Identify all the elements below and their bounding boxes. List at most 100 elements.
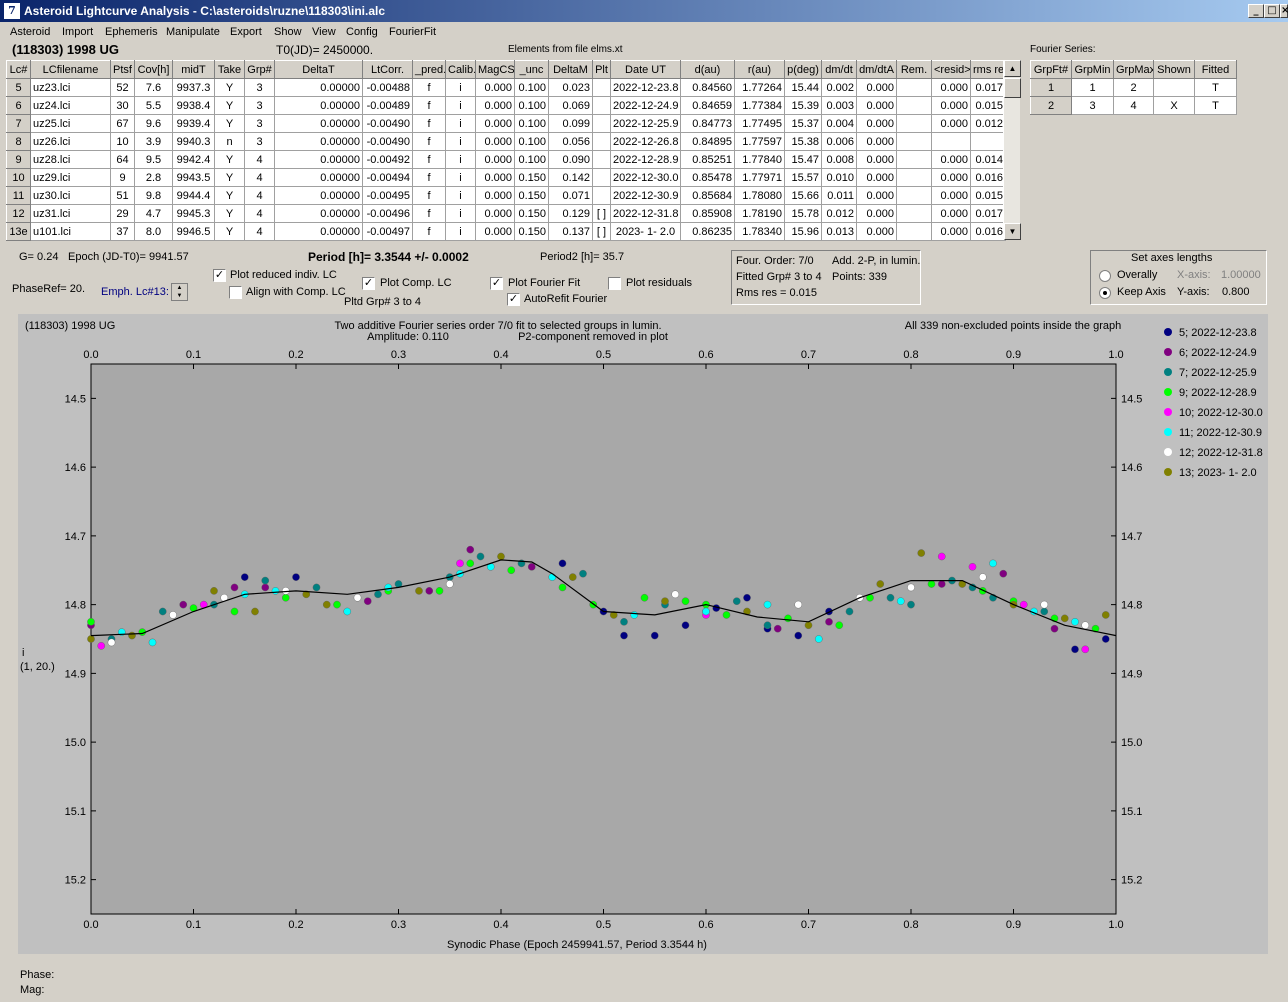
table-cell[interactable]: X <box>1153 96 1195 115</box>
emph-spinner[interactable]: ▲ ▼ <box>171 283 188 301</box>
table-cell[interactable]: 0.85684 <box>680 186 735 205</box>
table-cell[interactable]: 15.44 <box>784 78 822 97</box>
column-header[interactable]: LtCorr. <box>362 60 413 79</box>
table-cell[interactable]: 0.00000 <box>274 150 363 169</box>
column-header[interactable]: Plt <box>592 60 611 79</box>
table-cell[interactable]: 1.77384 <box>734 96 785 115</box>
table-cell[interactable]: 1.77495 <box>734 114 785 133</box>
table-cell[interactable]: 0.150 <box>514 204 549 223</box>
menu-fourierfit[interactable]: FourierFit <box>389 26 436 38</box>
table-cell[interactable]: 0.150 <box>514 168 549 187</box>
table-cell[interactable]: 1.77264 <box>734 78 785 97</box>
row-header[interactable]: 1 <box>1030 78 1072 97</box>
table-cell[interactable]: 9943.5 <box>172 168 215 187</box>
table-cell[interactable]: Y <box>214 78 245 97</box>
table-cell[interactable]: 0.090 <box>548 150 593 169</box>
column-header[interactable]: Grp# <box>244 60 275 79</box>
table-cell[interactable]: 9944.4 <box>172 186 215 205</box>
table-cell[interactable]: 10 <box>110 132 135 151</box>
menu-config[interactable]: Config <box>346 26 378 38</box>
table-cell[interactable]: 0.000 <box>475 78 515 97</box>
table-cell[interactable]: 37 <box>110 222 135 241</box>
menu-export[interactable]: Export <box>230 26 262 38</box>
table-cell[interactable]: 0.000 <box>475 132 515 151</box>
table-cell[interactable] <box>592 132 611 151</box>
table-cell[interactable]: i <box>445 186 476 205</box>
plot-comp-checkbox[interactable]: ✓ <box>362 277 375 290</box>
table-cell[interactable]: Y <box>214 222 245 241</box>
table-cell[interactable]: 4 <box>244 168 275 187</box>
table-cell[interactable]: 4 <box>244 150 275 169</box>
table-cell[interactable]: 0.000 <box>931 96 971 115</box>
table-cell[interactable]: 0.85478 <box>680 168 735 187</box>
table-cell[interactable]: 1 <box>1071 78 1114 97</box>
table-cell[interactable]: 4 <box>244 222 275 241</box>
column-header[interactable]: GrpFt# <box>1030 60 1072 79</box>
plot-residuals-checkbox[interactable] <box>608 277 621 290</box>
table-cell[interactable]: 15.96 <box>784 222 822 241</box>
table-cell[interactable]: 0.017 <box>970 78 1006 97</box>
table-cell[interactable]: 0.85908 <box>680 204 735 223</box>
table-cell[interactable]: 4 <box>1113 96 1154 115</box>
table-cell[interactable]: 9.6 <box>134 114 173 133</box>
scroll-down-icon[interactable]: ▼ <box>1004 223 1021 240</box>
table-cell[interactable]: f <box>412 150 446 169</box>
table-cell[interactable]: 0.137 <box>548 222 593 241</box>
column-header[interactable]: DeltaT <box>274 60 363 79</box>
row-header[interactable]: 5 <box>6 78 31 97</box>
table-cell[interactable] <box>592 114 611 133</box>
table-cell[interactable]: 0.000 <box>475 204 515 223</box>
column-header[interactable]: d(au) <box>680 60 735 79</box>
table-cell[interactable] <box>592 96 611 115</box>
table-cell[interactable]: 3 <box>244 132 275 151</box>
table-cell[interactable]: 0.000 <box>856 150 897 169</box>
table-cell[interactable] <box>896 96 932 115</box>
table-cell[interactable]: 3.9 <box>134 132 173 151</box>
table-cell[interactable]: 0.00000 <box>274 204 363 223</box>
column-header[interactable]: midT <box>172 60 215 79</box>
table-cell[interactable] <box>1153 78 1195 97</box>
menu-show[interactable]: Show <box>274 26 302 38</box>
table-cell[interactable] <box>896 222 932 241</box>
table-cell[interactable]: 0.099 <box>548 114 593 133</box>
table-cell[interactable]: 8.0 <box>134 222 173 241</box>
table-cell[interactable]: 0.100 <box>514 132 549 151</box>
column-header[interactable]: DeltaM <box>548 60 593 79</box>
table-cell[interactable]: 52 <box>110 78 135 97</box>
table-cell[interactable]: 0.010 <box>821 168 857 187</box>
table-cell[interactable]: 0.000 <box>931 222 971 241</box>
table-cell[interactable]: 0.000 <box>475 114 515 133</box>
column-header[interactable]: MagCS <box>475 60 515 79</box>
table-cell[interactable]: u101.lci <box>30 222 111 241</box>
column-header[interactable]: Cov[h] <box>134 60 173 79</box>
table-cell[interactable]: 0.071 <box>548 186 593 205</box>
table-cell[interactable]: 2022-12-24.9 <box>610 96 681 115</box>
table-cell[interactable]: n <box>214 132 245 151</box>
table-cell[interactable]: 0.002 <box>821 78 857 97</box>
column-header[interactable]: LCfilename <box>30 60 111 79</box>
table-cell[interactable]: 0.84895 <box>680 132 735 151</box>
column-header[interactable]: _pred. <box>412 60 446 79</box>
column-header[interactable]: Rem. <box>896 60 932 79</box>
table-cell[interactable]: 0.000 <box>931 114 971 133</box>
table-cell[interactable]: 51 <box>110 186 135 205</box>
table-cell[interactable]: 0.150 <box>514 186 549 205</box>
overally-radio[interactable] <box>1099 270 1111 282</box>
table-cell[interactable]: -0.00497 <box>362 222 413 241</box>
minimize-icon[interactable]: _ <box>1248 4 1264 18</box>
table-cell[interactable]: 67 <box>110 114 135 133</box>
table-cell[interactable]: 0.100 <box>514 96 549 115</box>
align-comp-checkbox[interactable] <box>229 286 242 299</box>
table-cell[interactable]: 0.000 <box>475 222 515 241</box>
table-cell[interactable]: 0.000 <box>931 204 971 223</box>
table-cell[interactable]: Y <box>214 114 245 133</box>
menu-view[interactable]: View <box>312 26 336 38</box>
lightcurve-chart[interactable]: (118303) 1998 UG Two additive Fourier se… <box>18 314 1268 954</box>
row-header[interactable]: 11 <box>6 186 31 205</box>
table-row[interactable]: 13e u101.lci 37 8.0 9946.5 Y 4 0.00000 -0.00497 f… <box>6 222 1006 241</box>
table-cell[interactable]: 9945.3 <box>172 204 215 223</box>
table-cell[interactable] <box>592 186 611 205</box>
table-cell[interactable]: [ ] <box>592 222 611 241</box>
table-cell[interactable]: 1.77971 <box>734 168 785 187</box>
table-cell[interactable]: 0.86235 <box>680 222 735 241</box>
